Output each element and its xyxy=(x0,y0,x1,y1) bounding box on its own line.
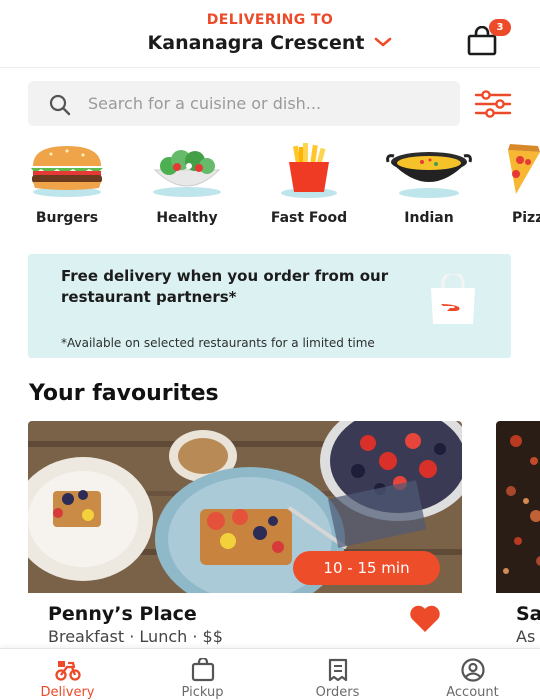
pizza-icon xyxy=(508,144,540,194)
nav-orders[interactable]: Orders xyxy=(270,649,405,700)
restaurant-tags: Breakfast · Lunch · $$ xyxy=(48,627,223,646)
category-label: Pizz xyxy=(512,210,540,226)
receipt-icon xyxy=(328,658,347,682)
fries-icon xyxy=(281,143,337,198)
category-healthy[interactable]: Healthy xyxy=(132,140,242,240)
search-icon xyxy=(48,93,72,121)
chevron-down-icon[interactable] xyxy=(374,32,392,51)
delivering-to-label: DELIVERING TO xyxy=(206,12,334,28)
burger-icon xyxy=(31,146,103,197)
nav-pickup[interactable]: Pickup xyxy=(135,649,270,700)
category-indian[interactable]: Indian xyxy=(374,140,484,240)
promo-banner[interactable]: Free delivery when you order from our re… xyxy=(28,254,511,358)
delivery-time-badge: 10 - 15 min xyxy=(293,551,440,585)
filter-icon[interactable] xyxy=(474,90,512,118)
bag-icon xyxy=(191,658,214,682)
nav-delivery[interactable]: Delivery xyxy=(0,649,135,700)
nav-account[interactable]: Account xyxy=(405,649,540,700)
category-label: Indian xyxy=(404,210,454,226)
search-bar[interactable] xyxy=(28,81,460,126)
category-fast-food[interactable]: Fast Food xyxy=(254,140,364,240)
category-label: Fast Food xyxy=(270,210,348,226)
scooter-icon xyxy=(54,661,81,681)
curry-pot-icon xyxy=(386,152,472,198)
heart-icon[interactable] xyxy=(408,604,442,638)
nav-label: Delivery xyxy=(40,685,95,700)
address-selector[interactable]: Kananagra Crescent xyxy=(0,32,540,54)
category-pizza[interactable]: Pizz xyxy=(494,140,540,240)
category-label: Healthy xyxy=(156,210,218,226)
nav-label: Pickup xyxy=(181,685,224,700)
section-title-favourites: Your favourites xyxy=(29,381,219,406)
restaurant-tags: As xyxy=(516,627,536,646)
account-icon xyxy=(460,658,485,682)
restaurant-name: Penny’s Place xyxy=(48,603,197,625)
restaurant-name: Sa xyxy=(516,603,540,625)
promo-footnote: *Available on selected restaurants for a… xyxy=(61,336,375,350)
nav-label: Orders xyxy=(315,685,360,700)
bottom-nav: Delivery Pickup Orders Account xyxy=(0,648,540,700)
delivery-address[interactable]: Kananagra Crescent xyxy=(148,32,365,54)
search-input[interactable] xyxy=(88,81,448,126)
header: DELIVERING TO Kananagra Crescent 3 xyxy=(0,0,540,68)
cart-count-badge: 3 xyxy=(489,19,511,36)
category-burgers[interactable]: Burgers xyxy=(12,140,122,240)
nav-label: Account xyxy=(446,685,499,700)
category-carousel[interactable]: Burgers Healthy Fast Food Indian Pizz xyxy=(0,140,540,240)
category-label: Burgers xyxy=(35,210,99,226)
salad-icon xyxy=(153,150,221,197)
restaurant-card[interactable]: 10 - 15 min Penny’s Place Breakfast · Lu… xyxy=(28,421,462,661)
promo-title: Free delivery when you order from our re… xyxy=(61,267,389,306)
restaurant-photo xyxy=(496,421,540,593)
shopping-bag-icon xyxy=(423,271,483,330)
restaurant-card[interactable]: Sa As xyxy=(496,421,540,661)
